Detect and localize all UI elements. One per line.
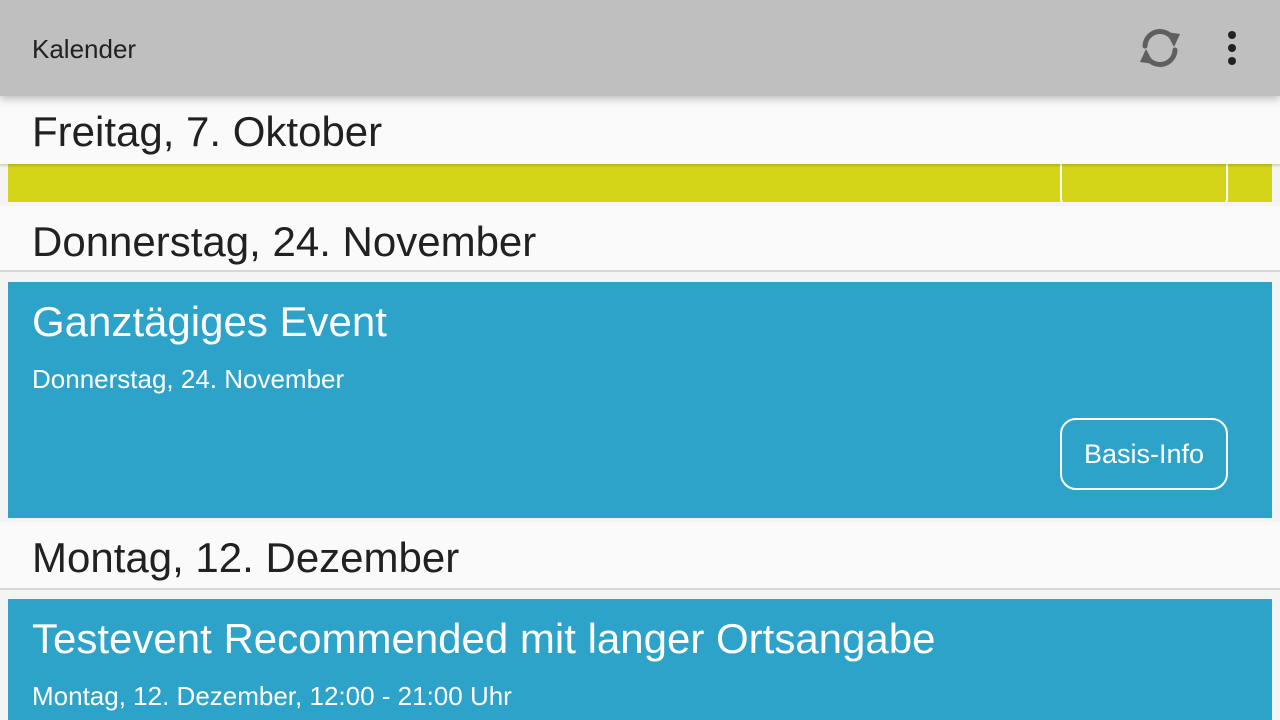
app-root: Kalender Freitag, 7. Oktober Donnerstag,…	[0, 0, 1280, 720]
section-header: Donnerstag, 24. November	[0, 206, 1280, 272]
event-date: Montag, 12. Dezember, 12:00 - 21:00 Uhr	[32, 681, 512, 711]
section-header-label: Montag, 12. Dezember	[32, 534, 460, 581]
more-vert-icon	[1228, 31, 1236, 65]
calendar-list[interactable]: Freitag, 7. Oktober Donnerstag, 24. Nove…	[0, 96, 1280, 720]
section-header-label: Donnerstag, 24. November	[32, 218, 537, 265]
section-header: Montag, 12. Dezember	[0, 522, 1280, 590]
event-date: Donnerstag, 24. November	[32, 364, 345, 394]
sync-button[interactable]	[1132, 20, 1188, 76]
basis-info-button[interactable]: Basis-Info	[1060, 418, 1228, 490]
event-title: Ganztägiges Event	[32, 298, 387, 345]
toolbar-title: Kalender	[32, 34, 137, 64]
sync-icon	[1140, 28, 1180, 68]
section-header-label: Freitag, 7. Oktober	[32, 108, 383, 155]
event-card[interactable]: Ganztägiges Event Donnerstag, 24. Novemb…	[8, 282, 1272, 518]
event-title: Testevent Recommended mit langer Ortsang…	[32, 615, 936, 662]
more-options-button[interactable]	[1204, 20, 1260, 76]
app-toolbar: Kalender	[0, 0, 1280, 96]
section-header: Freitag, 7. Oktober	[0, 96, 1280, 164]
event-card[interactable]: Testevent Recommended mit langer Ortsang…	[8, 599, 1272, 720]
